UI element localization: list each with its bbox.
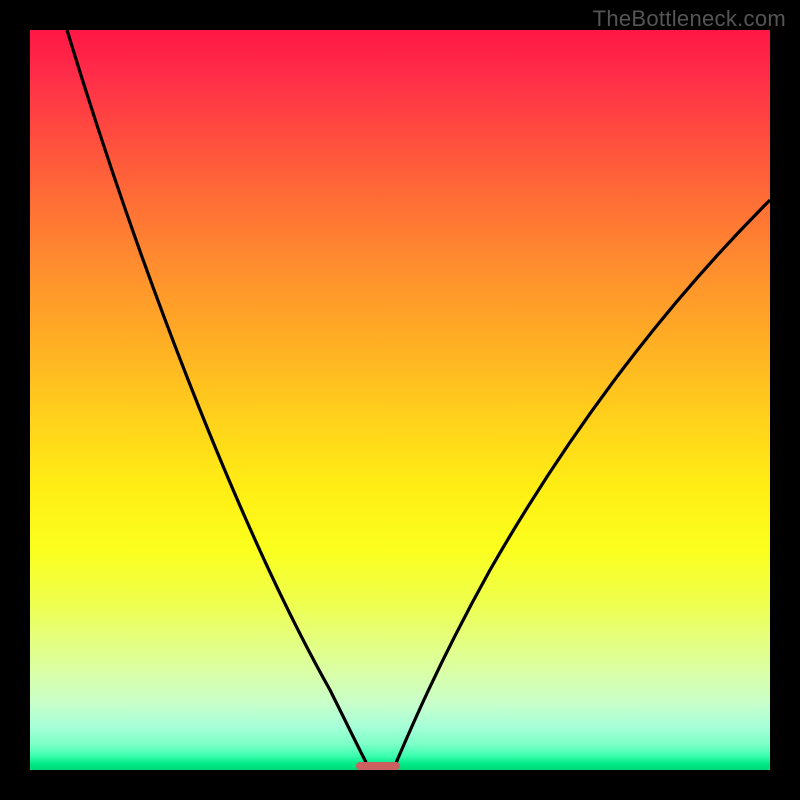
- watermark-link[interactable]: TheBottleneck.com: [593, 6, 786, 32]
- bottleneck-marker: [356, 762, 400, 770]
- left-curve: [67, 30, 370, 770]
- curve-layer: [30, 30, 770, 770]
- plot-area: [30, 30, 770, 770]
- chart-frame: TheBottleneck.com: [0, 0, 800, 800]
- right-curve: [393, 200, 770, 770]
